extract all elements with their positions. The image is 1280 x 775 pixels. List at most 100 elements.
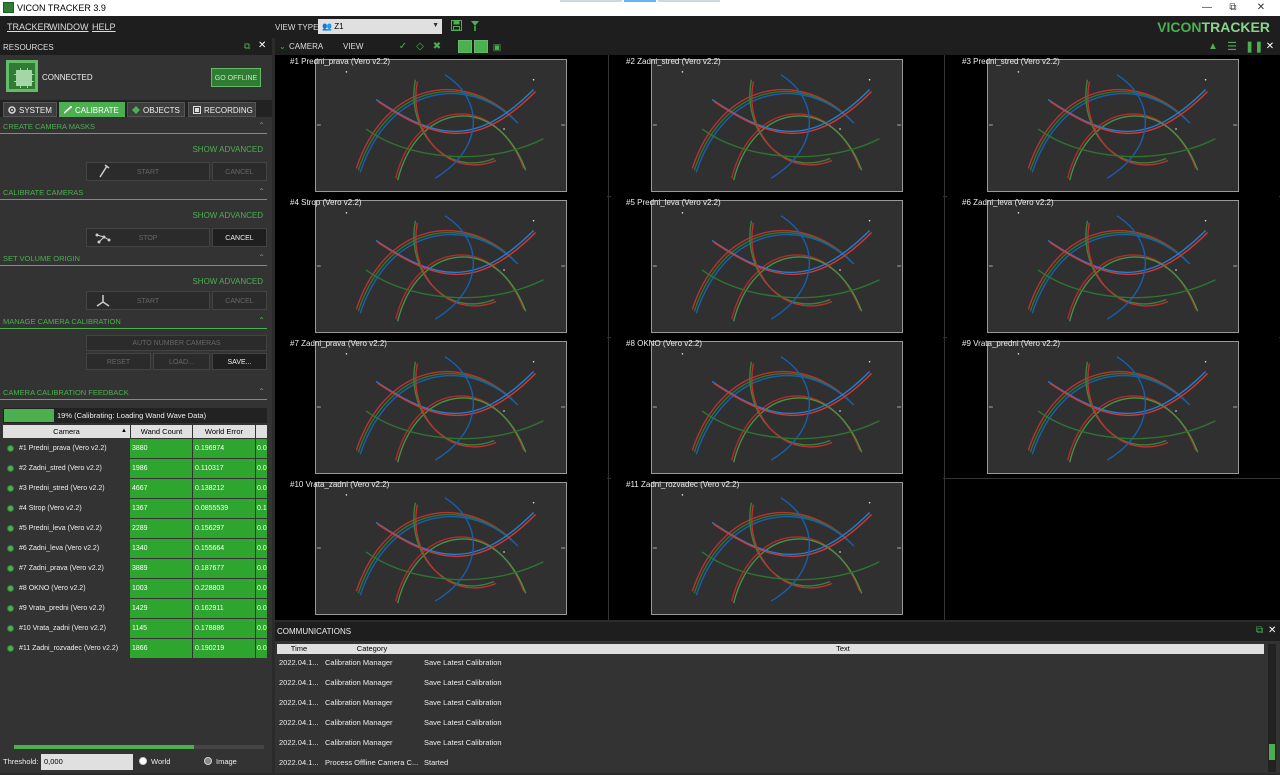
world-radio[interactable]: World: [139, 757, 170, 766]
close-panel-icon[interactable]: ✕: [1268, 625, 1276, 636]
camera-view[interactable]: #8 OKNO (Vero v2.2): [611, 337, 943, 476]
camera-view[interactable]: #1 Predni_prava (Vero v2.2): [275, 55, 607, 194]
camera-view[interactable]: #2 Zadni_stred (Vero v2.2): [611, 55, 943, 194]
camera-image[interactable]: [651, 341, 903, 474]
section-calibration-feedback[interactable]: CAMERA CALIBRATION FEEDBACK ⌃: [0, 387, 267, 400]
table-row[interactable]: #11 Zadni_rozvadec (Vero v2.2) 1866 0.1902…: [3, 639, 267, 659]
section-camera-masks[interactable]: CREATE CAMERA MASKS ⌃: [0, 121, 267, 134]
table-row[interactable]: #2 Zadni_stred (Vero v2.2) 1986 0.110317 0.…: [3, 459, 267, 479]
tab-recording[interactable]: RECORDING: [188, 102, 256, 117]
save-view-icon[interactable]: [449, 20, 463, 33]
log-row[interactable]: 2022.04.1... Calibration Manager Save Late…: [277, 695, 1264, 715]
camera-image[interactable]: [987, 200, 1239, 333]
menu-tracker[interactable]: TRACKER: [7, 22, 50, 32]
log-row[interactable]: 2022.04.1... Calibration Manager Save Late…: [277, 675, 1264, 695]
camera-view[interactable]: #9 Vrata_predni (Vero v2.2): [947, 337, 1279, 476]
column-header-camera[interactable]: Camera ▲: [3, 425, 130, 438]
camera-image[interactable]: [315, 200, 567, 333]
tab-objects[interactable]: OBJECTS: [127, 102, 185, 117]
table-row[interactable]: #1 Predni_prava (Vero v2.2) 3880 0.196974 0…: [3, 439, 267, 459]
section-volume-origin[interactable]: SET VOLUME ORIGIN ⌃: [0, 253, 267, 266]
camera-image[interactable]: [651, 482, 903, 615]
show-advanced-link[interactable]: SHOW ADVANCED: [192, 145, 263, 154]
camera-image[interactable]: [651, 59, 903, 192]
auto-number-cameras-button[interactable]: AUTO NUMBER CAMERAS: [86, 335, 267, 351]
close-panel-icon[interactable]: ✕: [258, 40, 266, 51]
crosshair-icon[interactable]: [474, 40, 488, 53]
menu-help[interactable]: HELP: [92, 22, 116, 32]
mask-start-button[interactable]: START: [86, 162, 210, 181]
table-scrollbar-thumb[interactable]: [14, 745, 194, 749]
camera-image[interactable]: [651, 200, 903, 333]
log-row[interactable]: 2022.04.1... Calibration Manager Save Late…: [277, 655, 1264, 675]
view-menu[interactable]: VIEW: [343, 42, 363, 51]
column-header-category[interactable]: Category: [322, 644, 422, 654]
table-row[interactable]: #9 Vrata_predni (Vero v2.2) 1429 0.162911 0…: [3, 599, 267, 619]
popout-icon[interactable]: ⧉: [1256, 625, 1263, 636]
image-radio[interactable]: Image: [204, 757, 237, 766]
table-row[interactable]: #8 OKNO (Vero v2.2) 1003 0.228803 0.0: [3, 579, 267, 599]
tab-system[interactable]: SYSTEM: [3, 102, 57, 117]
show-advanced-link[interactable]: SHOW ADVANCED: [192, 277, 263, 286]
section-manage-calibration[interactable]: MANAGE CAMERA CALIBRATION ⌃: [0, 316, 267, 329]
table-row[interactable]: #3 Predni_stred (Vero v2.2) 4667 0.138212 0…: [3, 479, 267, 499]
view-type-select[interactable]: 👥 Z1 ▼: [318, 19, 442, 34]
go-offline-button[interactable]: GO OFFLINE: [211, 68, 261, 87]
camera-image[interactable]: [987, 341, 1239, 474]
mask-cancel-button[interactable]: CANCEL: [212, 162, 267, 181]
table-row[interactable]: #6 Zadni_leva (Vero v2.2) 1340 0.155664 0.0: [3, 539, 267, 559]
column-header-time[interactable]: Time: [277, 644, 321, 654]
camera-menu[interactable]: CAMERA: [289, 42, 323, 51]
minimize-icon[interactable]: —: [1196, 2, 1218, 14]
grid-icon[interactable]: [458, 40, 472, 53]
calib-cancel-button[interactable]: CANCEL: [212, 228, 267, 247]
camera-view[interactable]: #5 Predni_leva (Vero v2.2): [611, 196, 943, 335]
load-button[interactable]: LOAD...: [153, 353, 210, 370]
table-row[interactable]: #4 Strop (Vero v2.2) 1367 0.0855539 0.1: [3, 499, 267, 519]
column-header-extra[interactable]: [256, 425, 267, 438]
pin-view-icon[interactable]: [468, 20, 482, 33]
camera-view[interactable]: #3 Predni_stred (Vero v2.2): [947, 55, 1279, 194]
camera-view[interactable]: #10 Vrata_zadni (Vero v2.2): [275, 478, 607, 617]
table-row[interactable]: #7 Zadni_prava (Vero v2.2) 3889 0.187677 0.…: [3, 559, 267, 579]
communications-scrollbar[interactable]: [1268, 644, 1276, 772]
camera-image[interactable]: [315, 482, 567, 615]
show-advanced-link[interactable]: SHOW ADVANCED: [192, 211, 263, 220]
column-header-world-error[interactable]: World Error: [193, 425, 255, 438]
tab-calibrate[interactable]: CALIBRATE: [59, 102, 125, 117]
camera-image[interactable]: [987, 59, 1239, 192]
pin-icon[interactable]: ▲: [1207, 41, 1219, 53]
origin-start-button[interactable]: START: [86, 291, 210, 310]
reset-button[interactable]: RESET: [86, 353, 151, 370]
close-window-icon[interactable]: ✕: [1250, 2, 1272, 14]
threshold-input[interactable]: 0,000: [41, 754, 133, 770]
cube-tool-icon[interactable]: ◇: [414, 41, 426, 53]
table-row[interactable]: #10 Vrata_zadni (Vero v2.2) 1145 0.178886 0…: [3, 619, 267, 639]
log-row[interactable]: 2022.04.1... Calibration Manager Save Late…: [277, 735, 1264, 755]
camera-view[interactable]: #11 Zadni_rozvadec (Vero v2.2): [611, 478, 943, 617]
wand-tool-icon[interactable]: ✓: [397, 41, 409, 53]
camera-view[interactable]: #7 Zadni_prava (Vero v2.2): [275, 337, 607, 476]
column-header-text[interactable]: Text: [423, 644, 1263, 654]
delete-tool-icon[interactable]: ✖: [431, 41, 443, 53]
origin-cancel-button[interactable]: CANCEL: [212, 291, 267, 310]
camera-view[interactable]: #4 Strop (Vero v2.2): [275, 196, 607, 335]
save-button[interactable]: SAVE...: [212, 353, 267, 370]
column-header-wand-count[interactable]: Wand Count: [131, 425, 192, 438]
restore-icon[interactable]: ⧉: [1222, 2, 1244, 14]
close-viewport-icon[interactable]: ✕: [1264, 41, 1276, 53]
chevron-down-icon[interactable]: ⌄: [279, 42, 286, 51]
table-row[interactable]: #5 Predni_leva (Vero v2.2) 2289 0.156297 0.…: [3, 519, 267, 539]
camera-image[interactable]: [315, 59, 567, 192]
menu-window[interactable]: WINDOW: [49, 22, 89, 32]
camera-image[interactable]: [315, 341, 567, 474]
log-row[interactable]: 2022.04.1... Process Offline Camera C... S…: [277, 755, 1264, 775]
scrollbar-thumb[interactable]: [1269, 744, 1275, 760]
popout-icon[interactable]: ⧉: [244, 41, 250, 52]
camera-view[interactable]: #6 Zadni_leva (Vero v2.2): [947, 196, 1279, 335]
calib-stop-button[interactable]: STOP: [86, 228, 210, 247]
pause-icon[interactable]: ❚❚: [1245, 41, 1263, 53]
layout-rows-icon[interactable]: ☰: [1226, 41, 1238, 53]
log-row[interactable]: 2022.04.1... Calibration Manager Save Late…: [277, 715, 1264, 735]
section-calibrate-cameras[interactable]: CALIBRATE CAMERAS ⌃: [0, 187, 267, 200]
